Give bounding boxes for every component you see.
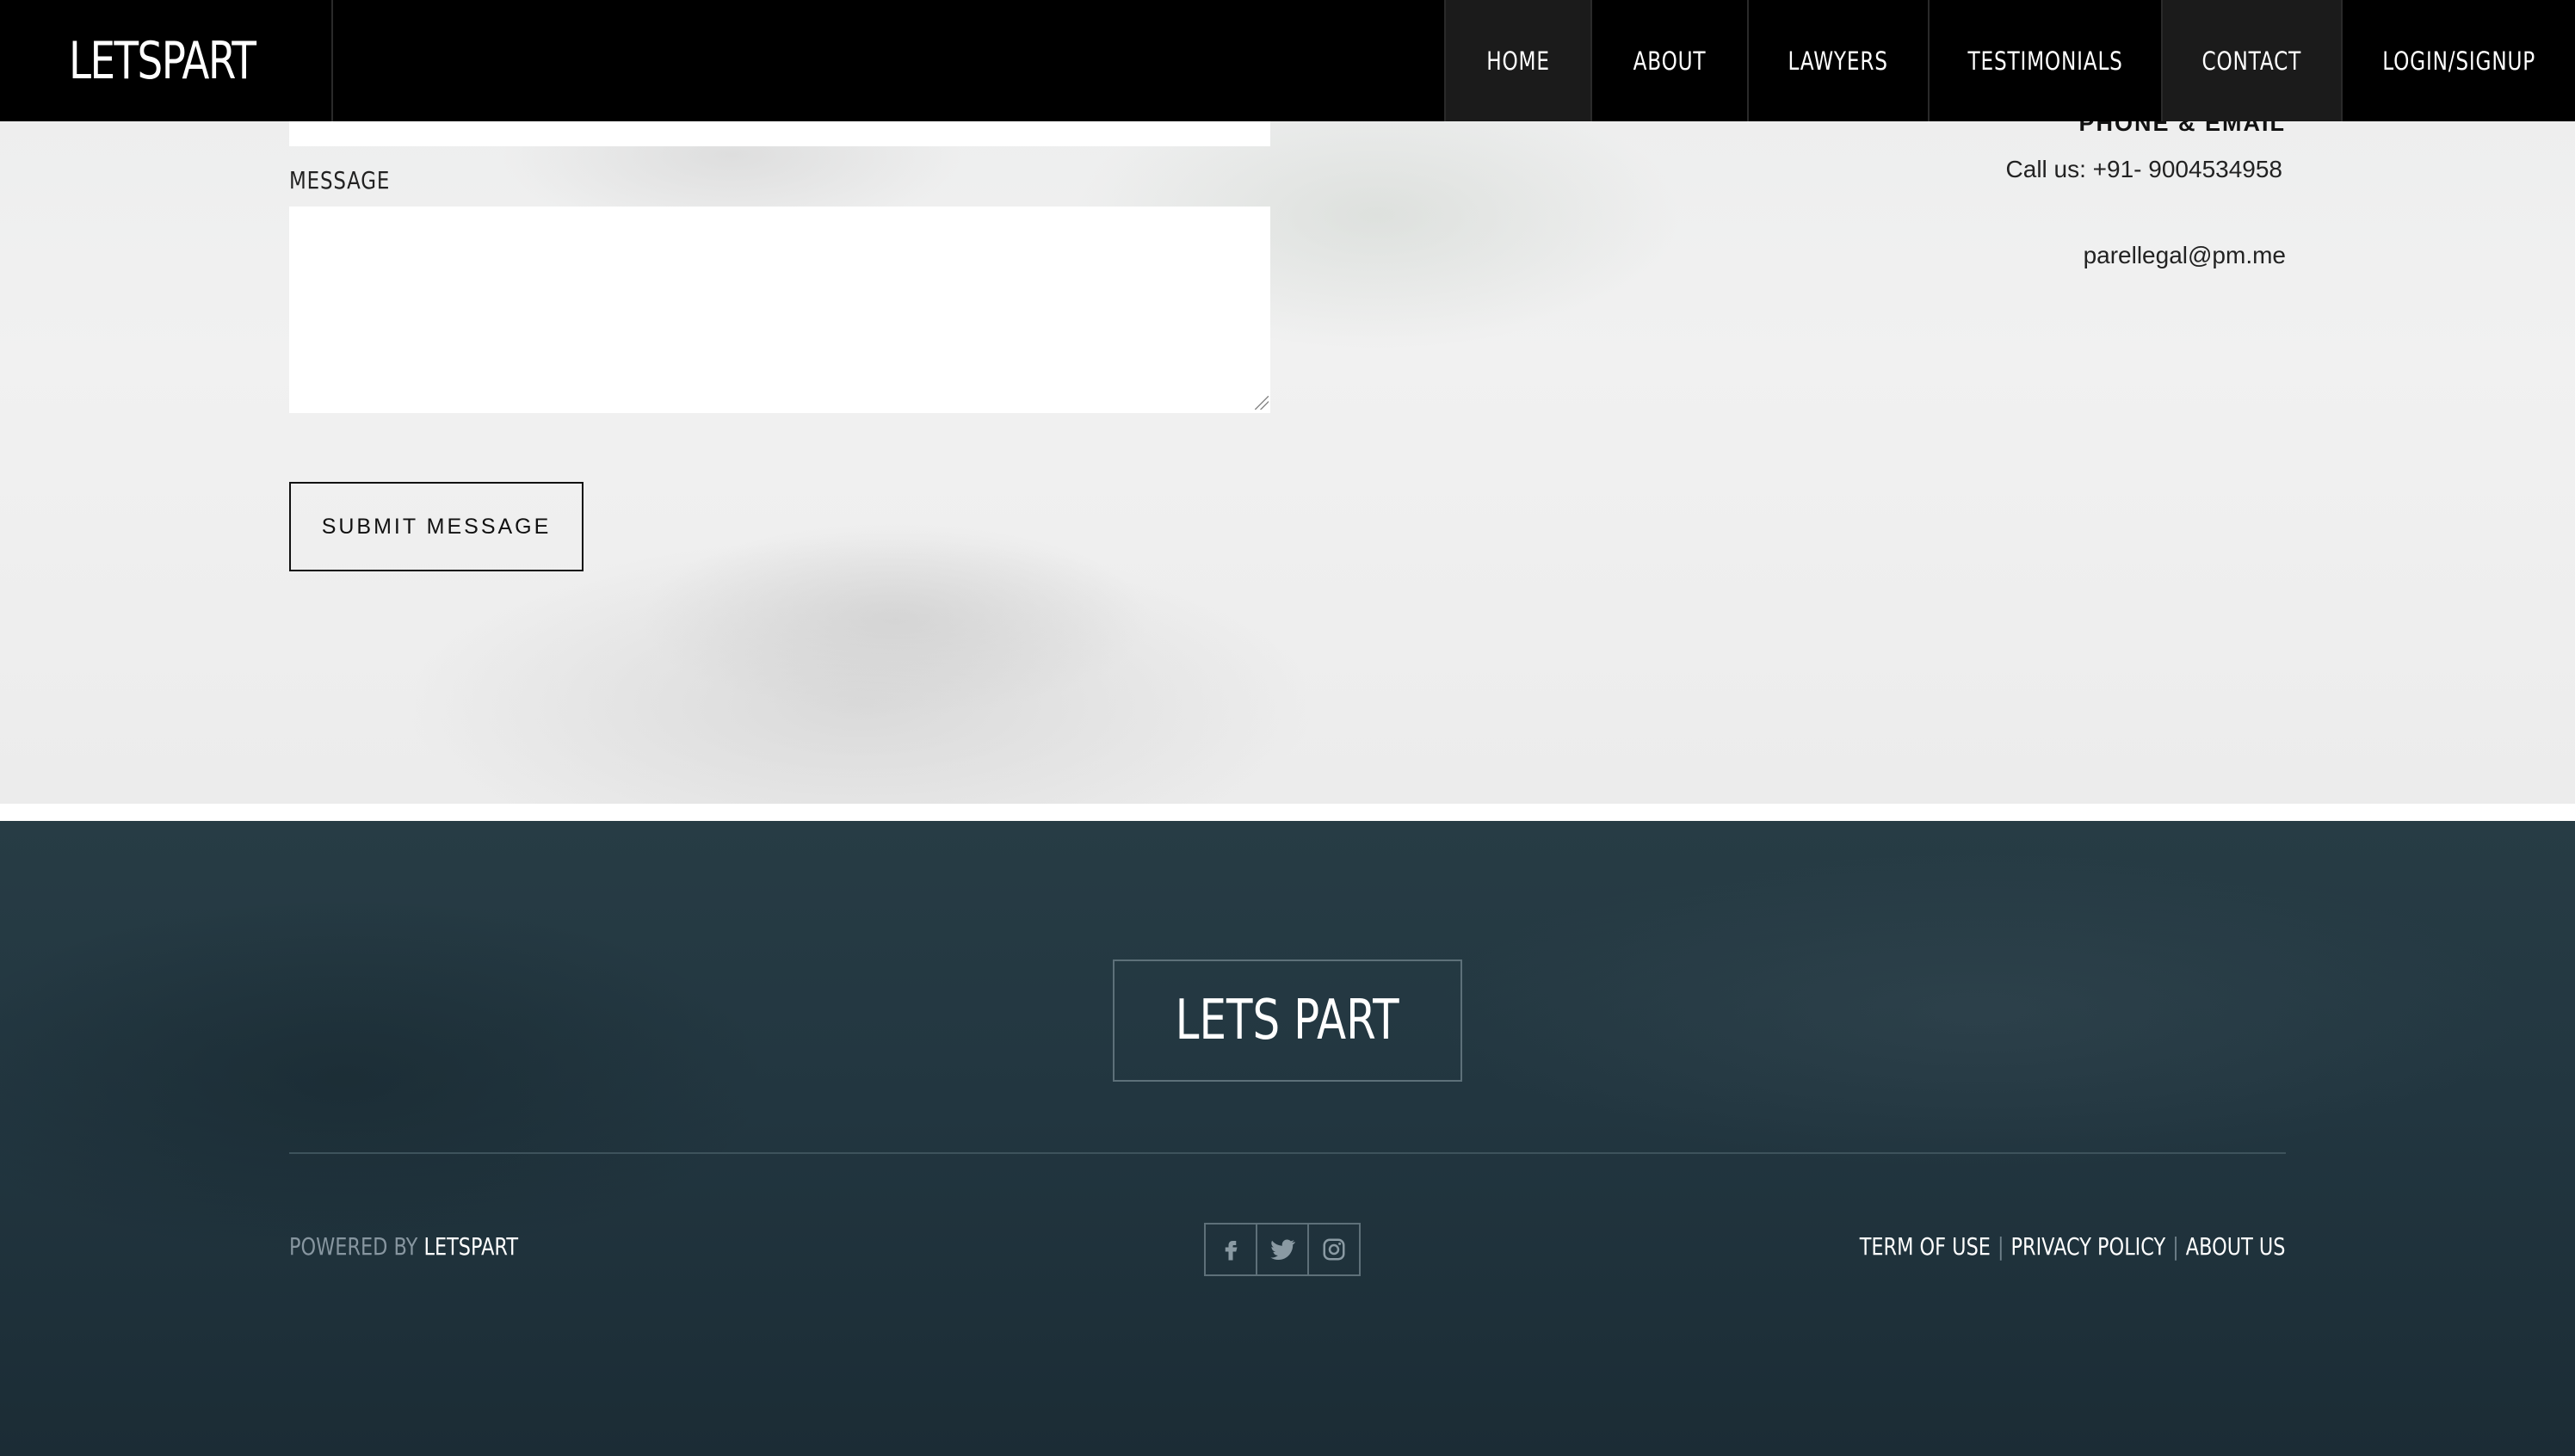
- powered-by: POWERED BY LETSPART: [289, 1232, 576, 1261]
- footer-link-about[interactable]: ABOUT US: [2186, 1232, 2286, 1261]
- submit-message-button[interactable]: SUBMIT MESSAGE: [289, 482, 584, 571]
- instagram-button[interactable]: [1307, 1223, 1361, 1276]
- nav-item-home[interactable]: HOME: [1444, 0, 1590, 121]
- instagram-icon: [1323, 1238, 1345, 1261]
- footer-link-privacy[interactable]: PRIVACY POLICY: [2011, 1232, 2166, 1261]
- email-address[interactable]: parellegal@pm.me: [2084, 242, 2286, 269]
- previous-field-bottom[interactable]: [289, 121, 1270, 146]
- link-separator: |: [2172, 1232, 2180, 1261]
- footer-logo[interactable]: LETS PART: [1113, 959, 1462, 1082]
- footer-links: TERM OF USE | PRIVACY POLICY | ABOUT US: [1753, 1232, 2286, 1261]
- brand-logo[interactable]: LETSPART: [0, 0, 333, 121]
- message-textarea[interactable]: [289, 207, 1270, 413]
- phone-number: Call us: +91- 9004534958: [2005, 156, 2282, 182]
- nav-item-contact[interactable]: CONTACT: [2161, 0, 2341, 121]
- footer-link-terms[interactable]: TERM OF USE: [1860, 1232, 1991, 1261]
- nav-item-about[interactable]: ABOUT: [1590, 0, 1747, 121]
- message-label: MESSAGE: [289, 166, 391, 194]
- nav-item-login-signup[interactable]: LOGIN/SIGNUP: [2341, 0, 2575, 121]
- social-links: [1204, 1223, 1361, 1276]
- resize-grip-icon[interactable]: [1255, 396, 1269, 410]
- section-divider: [0, 804, 2575, 821]
- footer-divider: [289, 1152, 2286, 1154]
- twitter-icon: [1270, 1239, 1296, 1261]
- nav-item-testimonials[interactable]: TESTIMONIALS: [1928, 0, 2161, 121]
- twitter-button[interactable]: [1256, 1223, 1309, 1276]
- facebook-icon: [1225, 1241, 1238, 1261]
- footer: LETS PART POWERED BY LETSPART TERM OF US…: [0, 821, 2575, 1456]
- main-nav: HOME ABOUT LAWYERS TESTIMONIALS CONTACT …: [1444, 0, 2575, 121]
- facebook-button[interactable]: [1204, 1223, 1257, 1276]
- top-navbar: LETSPART HOME ABOUT LAWYERS TESTIMONIALS…: [0, 0, 2575, 121]
- powered-by-prefix: POWERED BY: [289, 1232, 418, 1261]
- powered-by-brand-link[interactable]: LETSPART: [423, 1232, 518, 1261]
- link-separator: |: [1998, 1232, 2004, 1261]
- nav-item-lawyers[interactable]: LAWYERS: [1747, 0, 1928, 121]
